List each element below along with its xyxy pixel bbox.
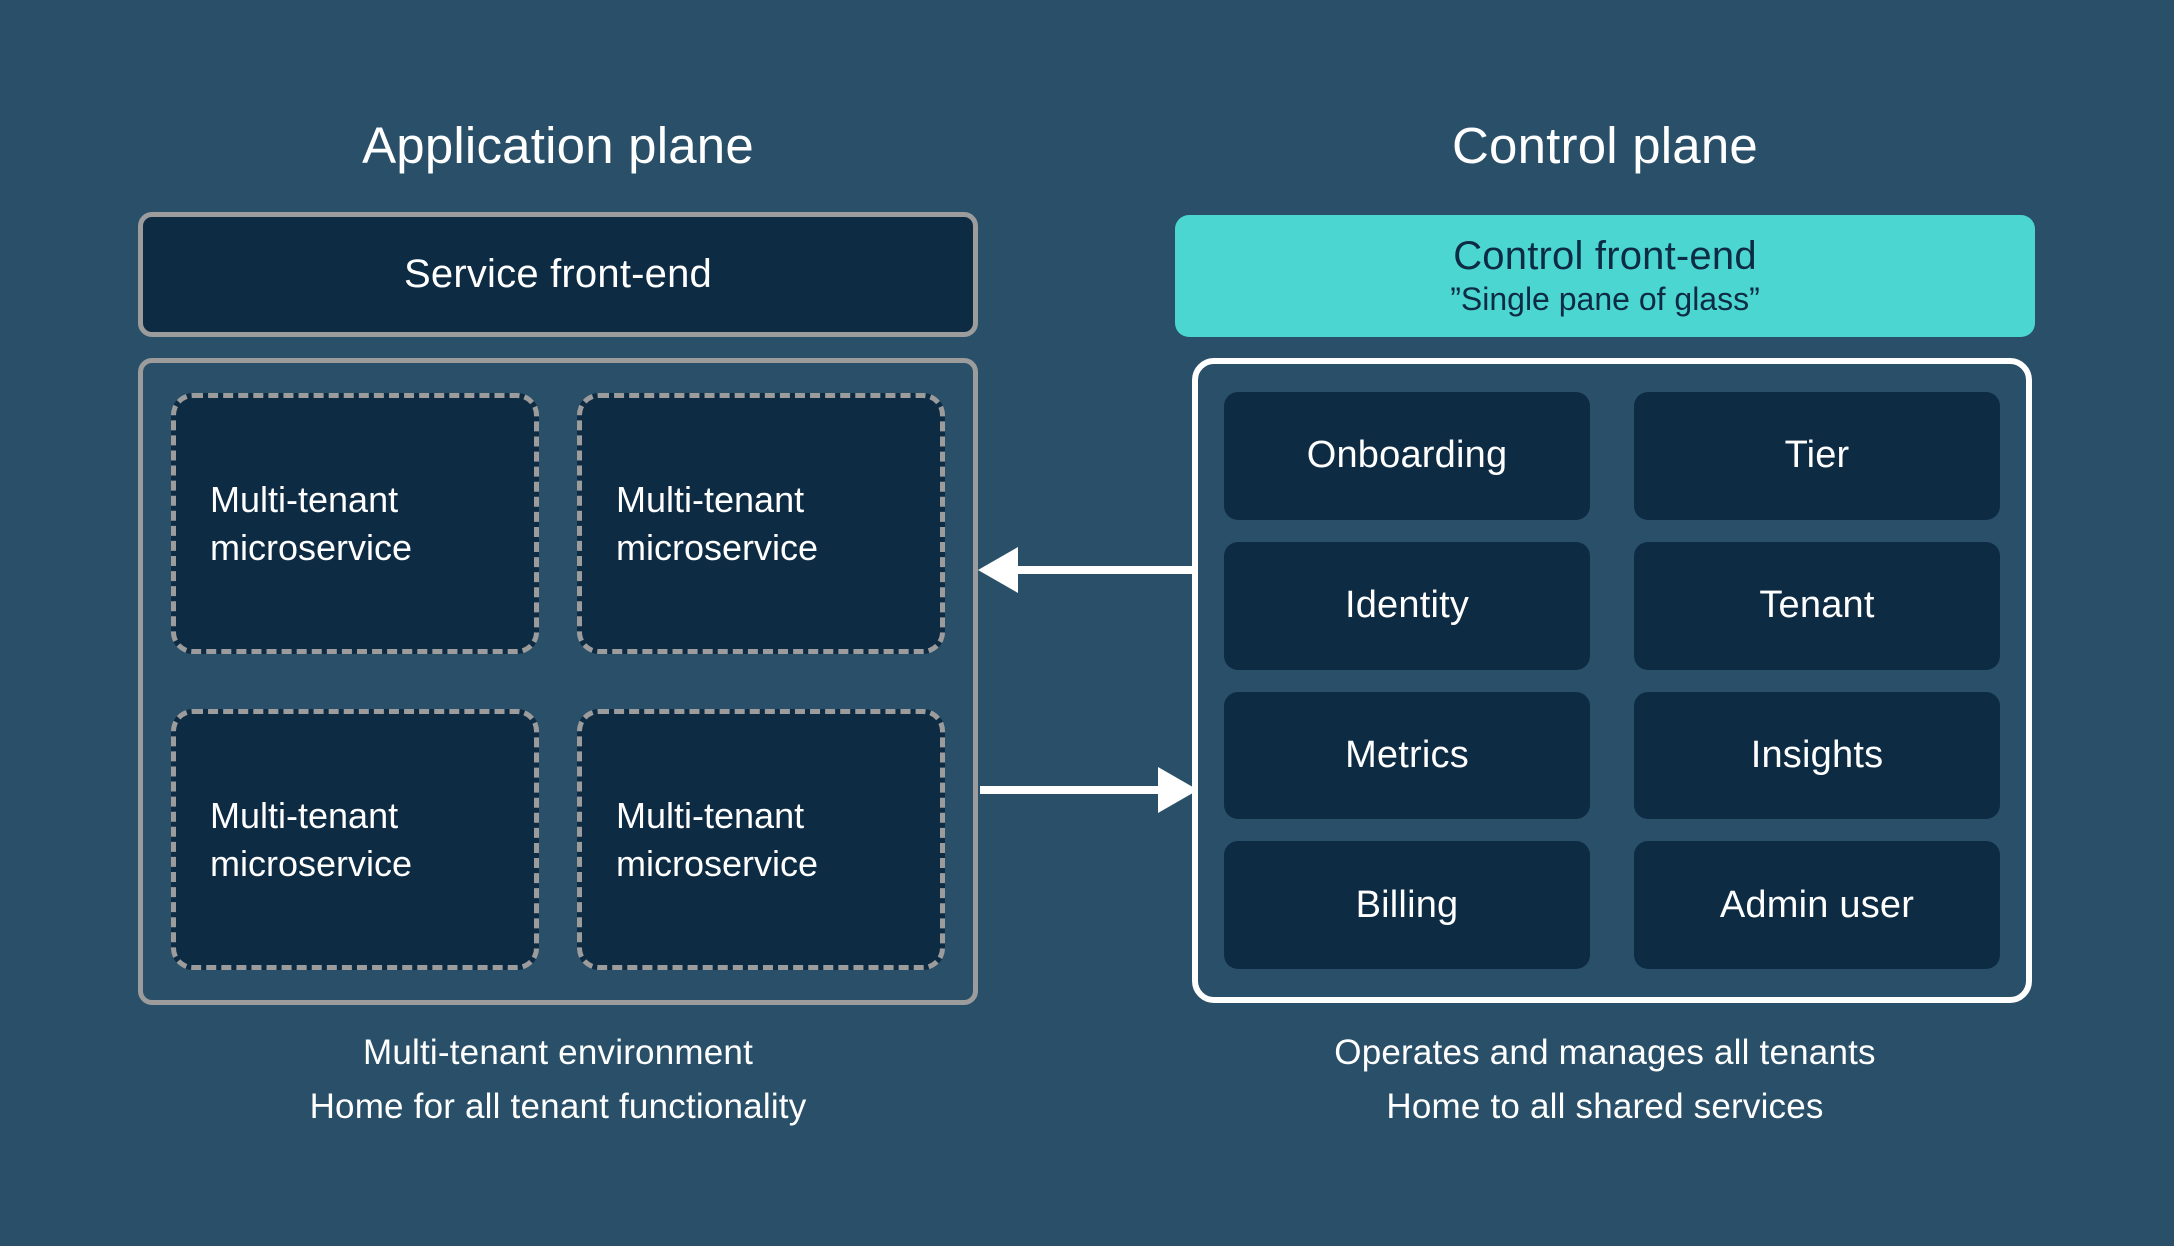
arrow-application-to-control	[980, 767, 1198, 813]
microservice-box: Multi-tenant microservice	[577, 393, 945, 654]
microservice-grid: Multi-tenant microservice Multi-tenant m…	[171, 393, 945, 970]
control-service-label: Admin user	[1719, 883, 1915, 926]
microservice-box: Multi-tenant microservice	[577, 709, 945, 970]
control-service-label: Billing	[1355, 883, 1459, 926]
application-plane-container: Multi-tenant microservice Multi-tenant m…	[138, 358, 978, 1005]
microservice-box: Multi-tenant microservice	[171, 709, 539, 970]
service-front-end-label: Service front-end	[404, 252, 712, 296]
application-caption-line-2: Home for all tenant functionality	[309, 1086, 807, 1126]
control-service-label: Insights	[1750, 733, 1884, 776]
microservice-label: Multi-tenant microservice	[210, 794, 413, 884]
control-service-metrics: Metrics	[1224, 691, 1590, 820]
control-front-end-box: Control front-end ”Single pane of glass”	[1175, 215, 2035, 337]
control-service-insights: Insights	[1634, 691, 2000, 820]
diagram-canvas: Application plane Control plane Service …	[0, 0, 2174, 1246]
service-front-end-box: Service front-end	[138, 212, 978, 337]
control-plane-title: Control plane	[1452, 117, 1758, 174]
control-service-tier: Tier	[1634, 392, 2000, 520]
arrow-control-to-application	[978, 547, 1196, 593]
control-service-label: Metrics	[1345, 733, 1469, 776]
application-plane-caption: Multi-tenant environment Home for all te…	[138, 1032, 978, 1127]
control-service-label: Tenant	[1759, 584, 1875, 627]
control-front-end-subtitle: ”Single pane of glass”	[1450, 280, 1760, 317]
control-caption-line-1: Operates and manages all tenants	[1334, 1033, 1876, 1072]
control-plane-container: Onboarding Tier Identity Tenant Metrics …	[1192, 358, 2032, 1003]
control-service-label: Onboarding	[1306, 434, 1508, 477]
control-service-label: Tier	[1784, 434, 1850, 477]
application-caption-line-1: Multi-tenant environment	[363, 1033, 753, 1072]
control-service-onboarding: Onboarding	[1224, 392, 1590, 520]
microservice-label: Multi-tenant microservice	[616, 794, 819, 884]
control-service-identity: Identity	[1224, 541, 1590, 670]
control-front-end-title: Control front-end	[1453, 233, 1757, 278]
control-plane-caption: Operates and manages all tenants Home to…	[1175, 1032, 2035, 1127]
control-caption-line-2: Home to all shared services	[1386, 1086, 1824, 1126]
microservice-label: Multi-tenant microservice	[616, 478, 819, 568]
application-plane-title: Application plane	[362, 117, 754, 174]
microservice-label: Multi-tenant microservice	[210, 478, 413, 568]
control-service-billing: Billing	[1224, 841, 1590, 969]
control-services-grid: Onboarding Tier Identity Tenant Metrics …	[1224, 392, 2000, 969]
control-service-tenant: Tenant	[1634, 541, 2000, 670]
microservice-box: Multi-tenant microservice	[171, 393, 539, 654]
control-service-admin-user: Admin user	[1634, 841, 2000, 969]
control-service-label: Identity	[1344, 584, 1470, 627]
